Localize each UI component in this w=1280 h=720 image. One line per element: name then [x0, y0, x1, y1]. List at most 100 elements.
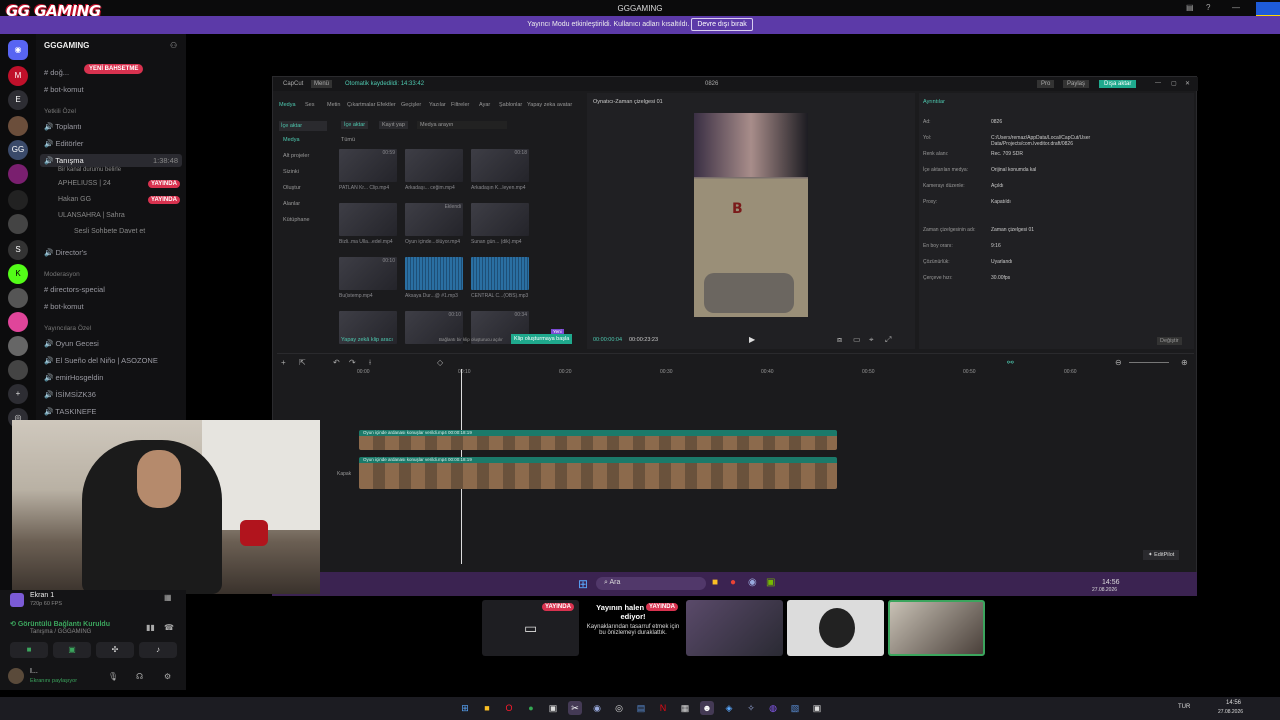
activities-button[interactable]: ✣	[96, 642, 134, 658]
video-preview[interactable]: B	[694, 113, 808, 317]
select-icon[interactable]: ⇱	[299, 358, 306, 367]
app-icon[interactable]: ▣	[546, 701, 560, 715]
tab-media[interactable]: Medya	[279, 102, 296, 108]
channel-item[interactable]: 🔊 TASKINEFE	[44, 407, 184, 416]
editpilot-button[interactable]: ✦ EditPilot	[1143, 550, 1180, 560]
tab-templates[interactable]: Şablonlar	[499, 102, 522, 108]
noise-icon[interactable]: ▮▮	[146, 623, 155, 632]
minimize-icon[interactable]: —	[1232, 3, 1240, 12]
settings-icon[interactable]: ⚙	[164, 672, 171, 681]
server-icon[interactable]	[8, 164, 28, 184]
server-icon[interactable]: M	[8, 66, 28, 86]
start-clip-button[interactable]: Klip oluşturmaya başla	[511, 334, 573, 344]
modify-button[interactable]: Değiştir	[1157, 337, 1182, 345]
media-thumbnail[interactable]: 00:18	[471, 149, 529, 182]
explorer-icon[interactable]: ■	[480, 701, 494, 715]
nav-spaces[interactable]: Alanlar	[283, 201, 300, 207]
preview-tile-camera[interactable]	[888, 600, 985, 656]
invite-icon[interactable]: ⚇	[170, 41, 177, 50]
marker-icon[interactable]: ◇	[437, 358, 443, 367]
app-icon[interactable]: ▤	[634, 701, 648, 715]
headphones-icon[interactable]: ☊	[136, 672, 143, 681]
camera-button[interactable]: ■	[10, 642, 48, 658]
channel-item[interactable]: # directors-special	[44, 285, 184, 294]
preview-tile-paused[interactable]: YAYINDA ▭	[482, 600, 579, 656]
fullscreen-icon[interactable]: ⤢	[885, 335, 891, 345]
ratio-icon[interactable]: ▭	[853, 335, 861, 344]
cover-button[interactable]: Kapak	[337, 471, 351, 477]
media-thumbnail[interactable]	[471, 257, 529, 290]
channel-item-active[interactable]: 🔊 Tanışma 1:38:48	[40, 154, 182, 167]
split-icon[interactable]: ⟊	[369, 358, 371, 368]
play-icon[interactable]: ▶	[749, 335, 755, 344]
category-header[interactable]: Moderasyon	[44, 271, 80, 278]
category-header[interactable]: Yayıncılara Özel	[44, 325, 91, 332]
home-icon[interactable]: ◉	[8, 40, 28, 60]
nav-import[interactable]: İçe aktar	[279, 121, 327, 131]
zoom-icon[interactable]: ⌖	[869, 335, 874, 345]
windows-start-icon[interactable]: ⊞	[458, 701, 472, 715]
discord-icon[interactable]: ☻	[700, 701, 714, 715]
app-icon[interactable]: ✧	[744, 701, 758, 715]
minimize-icon[interactable]: —	[1155, 80, 1161, 86]
tab-transitions[interactable]: Geçişler	[401, 102, 421, 108]
zoom-slider[interactable]	[1129, 362, 1169, 363]
nav-library[interactable]: Kütüphane	[283, 217, 310, 223]
chrome-icon[interactable]: ●	[524, 701, 538, 715]
channel-item[interactable]: 🔊 Toplantı	[44, 122, 184, 131]
channel-item[interactable]: 🔊 Oyun Gecesi	[44, 339, 184, 348]
tab-captions[interactable]: Yazılar	[429, 102, 446, 108]
server-icon[interactable]	[8, 312, 28, 332]
obs-icon[interactable]: ◎	[612, 701, 626, 715]
voice-member[interactable]: ULANSAHRA | Sahra	[58, 212, 125, 219]
server-icon[interactable]	[8, 360, 28, 380]
zoom-out-icon[interactable]: ⊖	[1115, 358, 1122, 367]
channel-item[interactable]: 🔊 Director's	[44, 248, 184, 257]
maximize-icon[interactable]: ▢	[1171, 80, 1177, 87]
crop-icon[interactable]: ⧈	[837, 335, 842, 345]
server-icon[interactable]: S	[8, 240, 28, 260]
language-indicator[interactable]: TUR	[1178, 704, 1190, 710]
app-icon[interactable]: ▦	[678, 701, 692, 715]
close-icon[interactable]: ✕	[1185, 80, 1190, 87]
disconnect-icon[interactable]: ☎	[164, 623, 174, 632]
mic-icon[interactable]: 🎙	[108, 672, 118, 681]
server-icon[interactable]	[8, 116, 28, 136]
guild-name[interactable]: GGGAMING	[44, 41, 89, 50]
tab-ai-avatar[interactable]: Yapay zeka avatar	[527, 102, 572, 108]
channel-item[interactable]: # bot-komut	[44, 85, 184, 94]
app-icon[interactable]: ▣	[810, 701, 824, 715]
media-thumbnail[interactable]	[405, 149, 463, 182]
category-header[interactable]: Yetkili Özel	[44, 108, 76, 115]
avatar[interactable]	[8, 668, 24, 684]
redo-icon[interactable]: ↷	[349, 358, 356, 367]
screen-button[interactable]: ▣	[53, 642, 91, 658]
server-icon[interactable]	[8, 214, 28, 234]
channel-item[interactable]: 🔊 İSİMSİZK36	[44, 390, 184, 399]
new-mentions-pill[interactable]: YENİ BAHSETME	[84, 64, 144, 74]
channel-item[interactable]: 🔊 emirHosgeldin	[44, 373, 184, 382]
link-icon[interactable]: ⚯	[1007, 358, 1014, 367]
add-icon[interactable]: +	[281, 358, 286, 367]
media-thumbnail[interactable]	[471, 203, 529, 236]
voice-member[interactable]: Hakan GG YAYINDA	[58, 196, 180, 204]
media-thumbnail[interactable]: 00:59	[339, 149, 397, 182]
nav-media[interactable]: Medya	[283, 137, 300, 143]
preview-tile-stream[interactable]	[686, 600, 783, 656]
preview-tile-logo[interactable]	[787, 600, 884, 656]
zoom-in-icon[interactable]: ⊕	[1181, 358, 1188, 367]
nav-yours[interactable]: Sizinki	[283, 169, 299, 175]
ai-clip-tool[interactable]: Yapay zekâ klip aracı	[341, 337, 393, 343]
clock[interactable]: 14:56	[1226, 700, 1241, 706]
server-icon[interactable]	[8, 336, 28, 356]
voice-member[interactable]: APHELIUSS | 24 YAYINDA	[58, 180, 180, 188]
nav-subprojects[interactable]: Alt projeler	[283, 153, 309, 159]
import-button[interactable]: İçe aktar	[341, 121, 369, 129]
media-thumbnail[interactable]	[405, 257, 463, 290]
record-button[interactable]: Kayıt yap	[379, 121, 408, 129]
pro-button[interactable]: Pro	[1037, 80, 1055, 88]
share-button[interactable]: Paylaş	[1063, 80, 1090, 88]
channel-status[interactable]: Bir kanal durumu belirle	[58, 167, 121, 173]
nav-create[interactable]: Oluştur	[283, 185, 301, 191]
media-thumbnail[interactable]: 00:10	[339, 257, 397, 290]
